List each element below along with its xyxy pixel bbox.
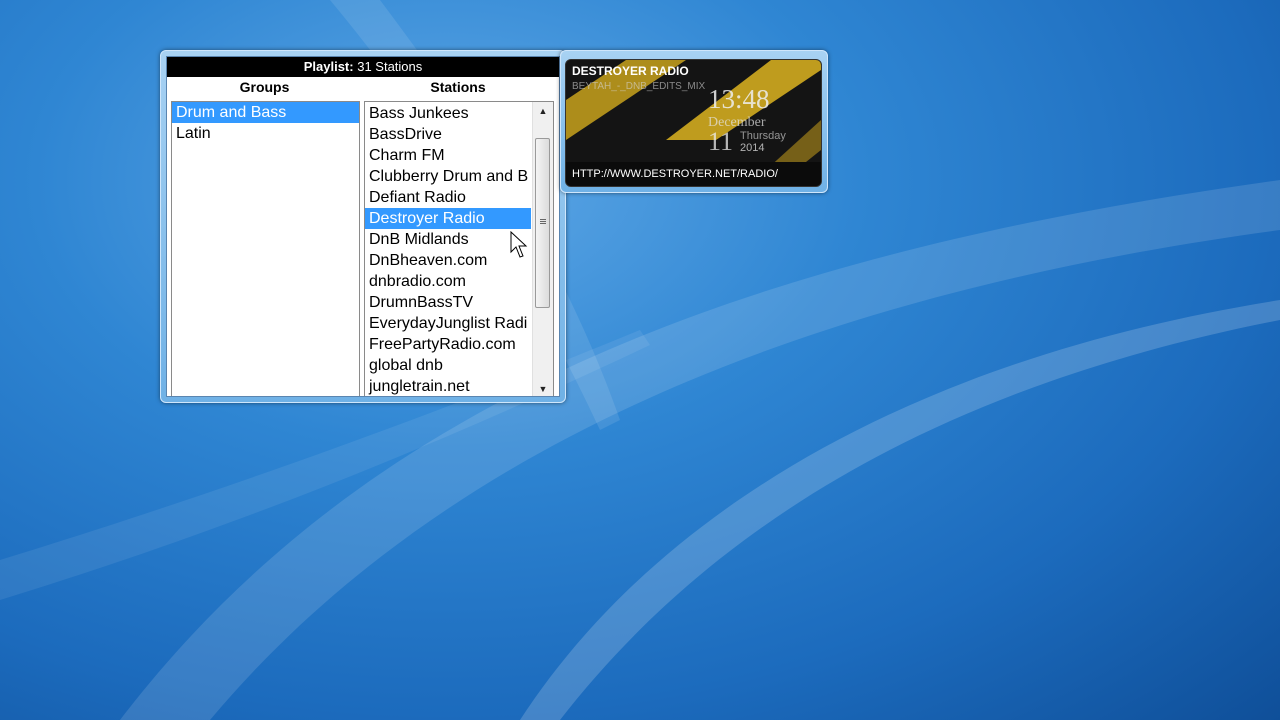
stations-items: Bass Junkees BassDrive Charm FM Clubberr…: [365, 103, 531, 396]
station-item[interactable]: Clubberry Drum and B: [365, 166, 531, 187]
station-item[interactable]: jungletrain.net: [365, 376, 531, 396]
mouse-pointer-icon: [510, 231, 528, 258]
grip-icon: [540, 219, 546, 224]
station-item[interactable]: global dnb: [365, 355, 531, 376]
station-item[interactable]: DnBheaven.com: [365, 250, 531, 271]
station-item[interactable]: Defiant Radio: [365, 187, 531, 208]
group-item-latin[interactable]: Latin: [172, 123, 359, 144]
playlist-header-label: Playlist:: [303, 59, 354, 74]
column-headers: Groups Stations: [167, 77, 559, 97]
playlist-station-count: 31 Stations: [357, 59, 423, 74]
groups-list[interactable]: Drum and Bass Latin: [171, 101, 360, 396]
scroll-up-icon[interactable]: ▲: [533, 102, 553, 120]
groups-heading: Groups: [239, 79, 290, 95]
clock-year: 2014: [740, 142, 765, 154]
group-item-drum-and-bass[interactable]: Drum and Bass: [172, 102, 359, 123]
station-item[interactable]: EverydayJunglist Radi: [365, 313, 531, 334]
now-playing-panel[interactable]: DESTROYER RADIO BEYTAH_-_DNB_EDITS_MIX 1…: [565, 59, 822, 187]
playlist-header: Playlist: 31 Stations: [167, 57, 559, 77]
now-playing-gadget: DESTROYER RADIO BEYTAH_-_DNB_EDITS_MIX 1…: [560, 50, 828, 193]
track-title: BEYTAH_-_DNB_EDITS_MIX: [572, 81, 706, 92]
station-item[interactable]: Bass Junkees: [365, 103, 531, 124]
station-url-link[interactable]: HTTP://WWW.DESTROYER.NET/RADIO/: [572, 168, 778, 180]
playlist-panel: Playlist: 31 Stations Groups Stations Dr…: [166, 56, 560, 397]
scroll-down-icon[interactable]: ▼: [533, 380, 553, 396]
clock-day: 11: [708, 127, 734, 156]
desktop: Playlist: 31 Stations Groups Stations Dr…: [0, 0, 1280, 720]
scroll-thumb[interactable]: [535, 138, 550, 308]
stations-scrollbar[interactable]: ▲ ▼: [532, 102, 553, 396]
station-item[interactable]: DrumnBassTV: [365, 292, 531, 313]
stations-heading: Stations: [430, 79, 486, 95]
station-item-selected[interactable]: Destroyer Radio: [365, 208, 531, 229]
playlist-window: Playlist: 31 Stations Groups Stations Dr…: [160, 50, 566, 403]
station-item[interactable]: dnbradio.com: [365, 271, 531, 292]
station-item[interactable]: Charm FM: [365, 145, 531, 166]
station-item[interactable]: DnB Midlands: [365, 229, 531, 250]
station-item[interactable]: BassDrive: [365, 124, 531, 145]
station-name: DESTROYER RADIO: [572, 64, 689, 78]
station-item[interactable]: FreePartyRadio.com: [365, 334, 531, 355]
clock-time: 13:48: [708, 84, 770, 114]
clock-weekday: Thursday: [740, 130, 786, 142]
